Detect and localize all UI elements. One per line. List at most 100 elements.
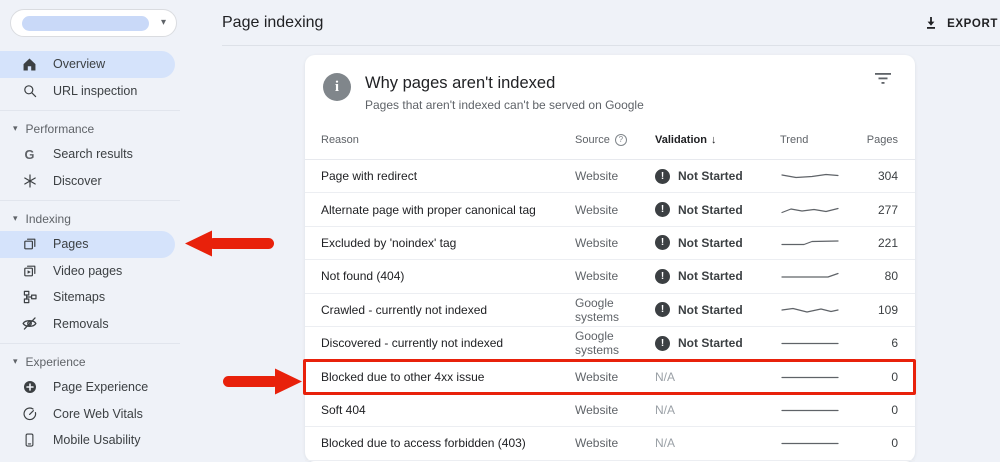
column-header-trend[interactable]: Trend	[780, 134, 850, 146]
collapse-caret-icon: ▾	[13, 356, 18, 366]
sidebar-divider	[0, 109, 180, 111]
validation-status-label: Not Started	[678, 302, 743, 317]
table-row[interactable]: Alternate page with proper canonical tag…	[305, 193, 915, 227]
sidebar-item-mobile-usability[interactable]: Mobile Usability	[0, 427, 175, 454]
sidebar-item-label: URL inspection	[53, 83, 138, 98]
sort-descending-icon: ↓	[710, 133, 717, 146]
annotation-arrow-pages	[185, 230, 278, 257]
table-body: Page with redirect Website! Not Started 304…	[305, 160, 915, 461]
row-pages-count: 221	[877, 235, 898, 250]
removals-icon	[21, 315, 38, 332]
table-row[interactable]: Crawled - currently not indexed Google sy…	[305, 294, 915, 327]
row-reason[interactable]: Alternate page with proper canonical tag	[321, 203, 575, 217]
section-header-label: Indexing	[25, 211, 71, 226]
sidebar-item-label: Core Web Vitals	[53, 406, 143, 421]
sidebar-item-label: Overview	[53, 57, 106, 72]
core-web-vitals-icon	[21, 405, 38, 422]
help-icon[interactable]: ?	[614, 133, 627, 146]
table-header: Reason Source ? Validation ↓ Trend Pages	[305, 120, 915, 160]
row-validation: ! Not Started	[655, 202, 780, 218]
not-started-icon: !	[655, 268, 670, 284]
column-header-source[interactable]: Source ?	[575, 133, 655, 146]
row-pages-count: 304	[877, 169, 898, 184]
validation-status-label: Not Started	[678, 336, 743, 351]
row-trend	[780, 403, 850, 417]
sidebar-item-label: Search results	[53, 147, 133, 162]
table-row[interactable]: Discovered - currently not indexed Google…	[305, 327, 915, 361]
sidebar-item-search-results[interactable]: G Search results	[0, 141, 175, 168]
trend-sparkline-icon	[781, 307, 839, 313]
table-row[interactable]: Excluded by 'noindex' tag Website! Not Sta…	[305, 227, 915, 261]
sidebar-section-performance[interactable]: ▾ Performance	[0, 116, 180, 141]
row-reason[interactable]: Excluded by 'noindex' tag	[321, 236, 575, 250]
table-row[interactable]: Page with redirect Website! Not Started 304	[305, 160, 915, 194]
sidebar-item-pages[interactable]: Pages	[0, 231, 175, 258]
row-reason[interactable]: Blocked due to access forbidden (403)	[321, 436, 575, 450]
video-pages-icon	[21, 262, 38, 279]
column-header-validation[interactable]: Validation ↓	[655, 134, 780, 146]
sidebar-item-core-web-vitals[interactable]: Core Web Vitals	[0, 401, 175, 428]
row-reason[interactable]: Blocked due to other 4xx issue	[321, 370, 575, 384]
row-validation: N/A	[655, 403, 780, 417]
home-icon	[21, 56, 38, 73]
not-started-icon: !	[655, 202, 670, 218]
row-reason[interactable]: Discovered - currently not indexed	[321, 336, 575, 350]
sidebar-item-removals[interactable]: Removals	[0, 311, 175, 338]
sidebar-item-overview[interactable]: Overview	[0, 51, 175, 78]
export-label: EXPORT	[947, 18, 998, 30]
filter-icon[interactable]	[871, 68, 895, 94]
row-source: Google systems	[575, 329, 620, 358]
row-pages-count: 277	[877, 202, 898, 217]
chevron-down-icon: ▾	[160, 17, 166, 28]
column-header-source-label: Source	[575, 133, 610, 146]
column-header-pages[interactable]: Pages	[850, 134, 898, 146]
row-pages-count: 0	[891, 369, 898, 384]
row-validation: ! Not Started	[655, 268, 780, 284]
sidebar-item-sitemaps[interactable]: Sitemaps	[0, 284, 175, 311]
trend-sparkline-icon	[781, 207, 839, 213]
sidebar-item-video-pages[interactable]: Video pages	[0, 258, 175, 285]
row-trend	[780, 203, 850, 217]
row-trend	[780, 303, 850, 317]
download-icon	[924, 16, 938, 33]
row-source: Website	[575, 436, 619, 451]
topbar-divider	[222, 45, 1000, 46]
sidebar-item-page-experience[interactable]: Page Experience	[0, 374, 175, 401]
table-row[interactable]: Soft 404 Website N/A 0	[305, 394, 915, 428]
sidebar-item-discover[interactable]: Discover	[0, 168, 175, 195]
row-reason[interactable]: Page with redirect	[321, 169, 575, 183]
column-header-validation-label: Validation	[655, 133, 707, 146]
row-reason[interactable]: Soft 404	[321, 403, 575, 417]
row-source: Website	[575, 402, 619, 417]
row-pages-count: 109	[877, 302, 898, 317]
sidebar-item-url-inspection[interactable]: URL inspection	[0, 78, 175, 105]
table-row[interactable]: Not found (404) Website! Not Started 80	[305, 260, 915, 294]
row-validation: N/A	[655, 436, 780, 450]
sidebar-item-label: Discover	[53, 173, 102, 188]
sidebar-item-label: Video pages	[53, 263, 123, 278]
row-validation: ! Not Started	[655, 335, 780, 351]
card-title: Why pages aren't indexed	[365, 74, 556, 92]
row-pages-count: 0	[891, 402, 898, 417]
sidebar-section-indexing[interactable]: ▾ Indexing	[0, 206, 180, 231]
sidebar-divider	[0, 342, 180, 344]
row-validation: N/A	[655, 370, 780, 384]
row-reason[interactable]: Crawled - currently not indexed	[321, 303, 575, 317]
validation-status-label: Not Started	[678, 169, 743, 184]
table-row[interactable]: Blocked due to access forbidden (403) Web…	[305, 427, 915, 461]
sidebar: ▾ Overview URL inspection ▾ Performance G Sea…	[0, 0, 180, 462]
row-source: Website	[575, 369, 619, 384]
row-source: Website	[575, 269, 619, 284]
table-row-highlighted[interactable]: Blocked due to other 4xx issue Website N/A…	[305, 360, 915, 394]
validation-status-label: Not Started	[678, 269, 743, 284]
column-header-reason[interactable]: Reason	[321, 134, 575, 146]
sidebar-section-experience[interactable]: ▾ Experience	[0, 349, 180, 374]
card-header: i Why pages aren't indexed Pages that ar…	[305, 55, 915, 112]
property-selector[interactable]: ▾	[10, 9, 177, 37]
page-indexing-card: i Why pages aren't indexed Pages that ar…	[305, 55, 915, 462]
validation-na-label: N/A	[655, 436, 676, 451]
row-reason[interactable]: Not found (404)	[321, 269, 575, 283]
svg-text:G: G	[25, 147, 35, 162]
validation-na-label: N/A	[655, 402, 676, 417]
export-button[interactable]: EXPORT	[916, 12, 1000, 36]
